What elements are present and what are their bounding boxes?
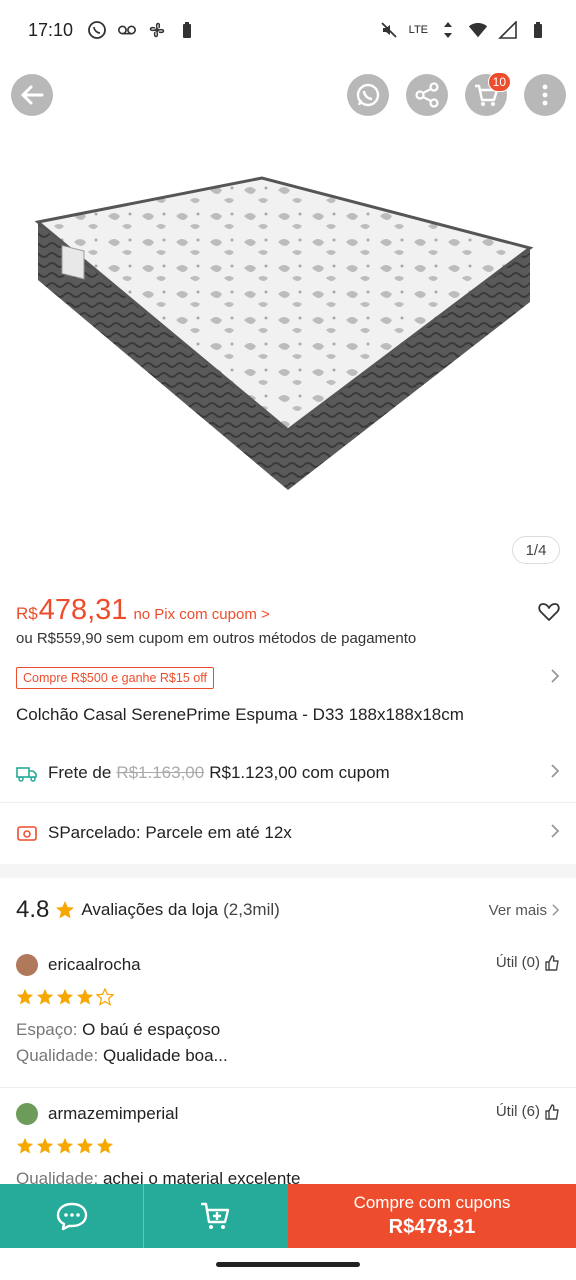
review-line-text: Qualidade boa... — [102, 1046, 228, 1065]
chevron-right-icon — [552, 904, 560, 916]
voicemail-icon — [117, 20, 137, 40]
review-line: Espaço: O baú é espaçoso — [16, 1020, 560, 1040]
wifi-icon — [468, 20, 488, 40]
star-filled-icon — [16, 988, 34, 1005]
review-line-label: Espaço: — [16, 1020, 78, 1039]
chevron-right-icon — [550, 668, 560, 689]
chat-icon — [56, 1202, 87, 1231]
buy-button-price: R$478,31 — [388, 1216, 476, 1238]
helpful-count: Útil (6) — [495, 1103, 540, 1120]
star-filled-icon — [36, 988, 54, 1005]
installment-card-icon — [16, 822, 38, 844]
price-row: R$ 478,31 no Pix com cupom > — [16, 594, 560, 628]
status-bar: 17:10 LTE — [0, 0, 576, 60]
pix-coupon-link[interactable]: no Pix com cupom > — [133, 606, 269, 623]
chevron-right-icon — [550, 763, 560, 784]
whatsapp-icon — [356, 83, 380, 107]
fan-icon — [147, 20, 167, 40]
see-more-link[interactable]: Ver mais — [489, 902, 560, 919]
whatsapp-notification-icon — [87, 20, 107, 40]
store-reviews-label: Avaliações da loja — [81, 900, 219, 919]
store-rating-row: 4.8 Avaliações da loja (2,3mil) Ver mais — [16, 892, 560, 928]
star-filled-icon — [56, 988, 74, 1005]
star-filled-icon — [56, 1137, 74, 1154]
whatsapp-share-button[interactable] — [347, 74, 389, 116]
mute-icon — [379, 20, 399, 40]
price-currency: R$ — [16, 604, 38, 623]
thumbs-up-icon — [545, 954, 559, 971]
network-type-label: LTE — [408, 24, 428, 36]
star-filled-icon — [76, 988, 94, 1005]
review-line-text: O baú é espaçoso — [82, 1020, 221, 1039]
review-stars — [16, 988, 560, 1006]
alt-price-text: ou R$559,90 sem cupom em outros métodos … — [16, 630, 417, 647]
review-item: armazemimperial Útil (6) Qualidade: ache… — [16, 1101, 560, 1189]
review-username[interactable]: ericaalrocha — [48, 955, 141, 975]
star-filled-icon — [36, 1137, 54, 1154]
price-value: 478,31 — [38, 594, 128, 626]
divider — [0, 1087, 576, 1088]
data-arrows-icon — [438, 20, 458, 40]
add-to-cart-button[interactable] — [144, 1184, 288, 1248]
share-button[interactable] — [406, 74, 448, 116]
battery-saver-icon — [177, 20, 197, 40]
cart-button[interactable]: 10 — [465, 72, 511, 116]
star-icon — [56, 901, 75, 919]
arrow-left-icon — [21, 85, 44, 105]
see-more-label: Ver mais — [488, 901, 547, 919]
home-gesture-handle[interactable] — [216, 1262, 360, 1267]
rating-value: 4.8 — [16, 896, 50, 923]
back-button[interactable] — [11, 74, 53, 116]
signal-icon — [498, 20, 518, 40]
product-image[interactable] — [0, 130, 576, 580]
divider — [0, 802, 576, 803]
shipping-label: Frete de — [48, 763, 112, 782]
section-divider — [0, 864, 576, 878]
buy-button-label: Compre com cupons — [353, 1193, 511, 1212]
status-time: 17:10 — [28, 19, 74, 40]
review-line-label: Qualidade: — [16, 1046, 99, 1065]
helpful-button[interactable]: Útil (0) — [496, 954, 560, 971]
chevron-right-icon — [550, 823, 560, 844]
installments-row[interactable]: SParcelado: Parcele em até 12x — [16, 813, 560, 853]
shipping-new-price: R$1.123,00 com cupom — [209, 763, 390, 782]
thumbs-up-icon — [545, 1103, 559, 1120]
battery-icon — [528, 20, 548, 40]
bottom-action-bar: Compre com cupons R$478,31 — [0, 1184, 576, 1248]
product-title: Colchão Casal SerenePrime Espuma - D33 1… — [16, 705, 464, 724]
more-options-button[interactable] — [524, 74, 566, 116]
star-empty-icon — [96, 988, 114, 1006]
review-item: ericaalrocha Útil (0) Espaço: O baú é es… — [16, 952, 560, 1066]
shipping-old-price: R$1.163,00 — [116, 763, 205, 782]
cart-count-badge: 10 — [487, 72, 511, 92]
avatar[interactable] — [16, 954, 38, 976]
image-counter: 1/4 — [512, 536, 560, 564]
store-reviews-count: (2,3mil) — [223, 900, 280, 919]
review-line: Qualidade: Qualidade boa... — [16, 1046, 560, 1066]
top-bar: 10 — [0, 72, 576, 118]
truck-icon — [16, 762, 38, 784]
mattress-image — [34, 176, 534, 490]
avatar[interactable] — [16, 1103, 38, 1125]
favorite-button[interactable] — [538, 602, 560, 627]
shipping-row[interactable]: Frete de R$1.163,00 R$1.123,00 com cupom — [16, 753, 560, 793]
review-username[interactable]: armazemimperial — [48, 1104, 178, 1124]
buy-with-coupons-button[interactable]: Compre com cupons R$478,31 — [288, 1184, 576, 1248]
add-cart-icon — [201, 1202, 230, 1229]
voucher-tag: Compre R$500 e ganhe R$15 off — [16, 667, 214, 689]
share-icon — [415, 82, 439, 108]
voucher-row[interactable]: Compre R$500 e ganhe R$15 off — [16, 666, 560, 690]
star-filled-icon — [76, 1137, 94, 1154]
review-stars — [16, 1137, 560, 1155]
helpful-button[interactable]: Útil (6) — [496, 1103, 560, 1120]
chat-button[interactable] — [0, 1184, 144, 1248]
installments-label: SParcelado: Parcele em até 12x — [48, 823, 292, 842]
star-filled-icon — [96, 1137, 114, 1154]
star-filled-icon — [16, 1137, 34, 1154]
helpful-count: Útil (0) — [495, 954, 540, 971]
system-nav-bar — [0, 1248, 576, 1280]
more-vertical-icon — [542, 84, 548, 106]
heart-icon — [538, 603, 560, 621]
